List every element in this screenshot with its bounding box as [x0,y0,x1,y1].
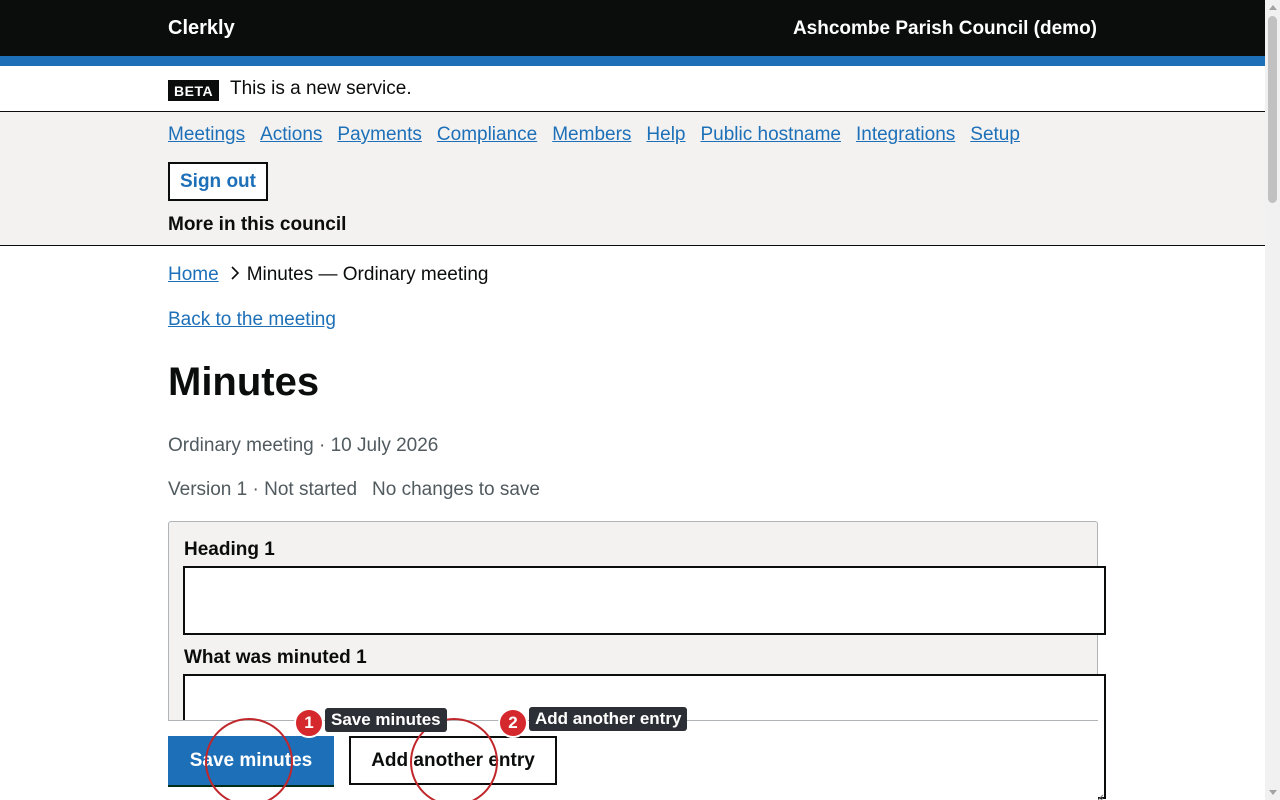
back-link[interactable]: Back to the meeting [168,309,336,331]
scrollbar-thumb[interactable] [1268,16,1277,203]
nav-item-meetings[interactable]: Meetings [168,124,245,146]
heading-label: Heading 1 [184,539,275,560]
heading-input[interactable] [183,566,1106,635]
sign-out-button[interactable]: Sign out [168,162,268,201]
scroll-up-icon[interactable] [1269,5,1277,10]
chevron-right-icon [231,264,239,286]
breadcrumb: Home Minutes — Ordinary meeting [168,264,489,286]
breadcrumb-current: Minutes — Ordinary meeting [246,264,489,285]
nav-item-payments[interactable]: Payments [337,124,421,146]
scroll-down-icon[interactable] [1269,790,1277,795]
minuted-label: What was minuted 1 [184,647,367,668]
service-name[interactable]: Clerkly [168,17,235,40]
nav-item-public-hostname[interactable]: Public hostname [701,124,841,146]
annotation-badge-2: 2 [498,708,528,738]
site-header: Clerkly Ashcombe Parish Council (demo) [0,0,1265,56]
nav-item-compliance[interactable]: Compliance [437,124,537,146]
beta-tag: BETA [168,80,220,101]
annotation-label-2: Add another entry [529,707,688,731]
council-name: Ashcombe Parish Council (demo) [792,18,1097,39]
phase-banner-text: This is a new service. [230,78,412,99]
save-minutes-button[interactable]: Save minutes [168,736,334,785]
annotation-badge-1: 1 [294,708,324,738]
phase-banner: BETA This is a new service. [0,66,1265,112]
nav-item-help[interactable]: Help [646,124,685,146]
header-accent-bar [0,56,1265,66]
breadcrumb-home-link[interactable]: Home [168,264,219,286]
version-status: Version 1 · Not started [168,479,358,500]
more-in-council-heading: More in this council [168,214,347,235]
version-status-row: Version 1 · Not started No changes to sa… [168,479,540,501]
nav-item-integrations[interactable]: Integrations [856,124,955,146]
service-navigation: Meetings Actions Payments Compliance Mem… [0,112,1265,246]
meeting-info: Ordinary meeting · 10 July 2026 [168,435,439,456]
nav-links: Meetings Actions Payments Compliance Mem… [168,124,1020,146]
save-state: No changes to save [372,479,540,500]
annotation-label-1: Save minutes [325,708,447,732]
page-title: Minutes [168,360,320,404]
nav-item-setup[interactable]: Setup [970,124,1020,146]
add-another-entry-button[interactable]: Add another entry [349,736,557,785]
nav-item-members[interactable]: Members [552,124,631,146]
nav-item-actions[interactable]: Actions [260,124,322,146]
